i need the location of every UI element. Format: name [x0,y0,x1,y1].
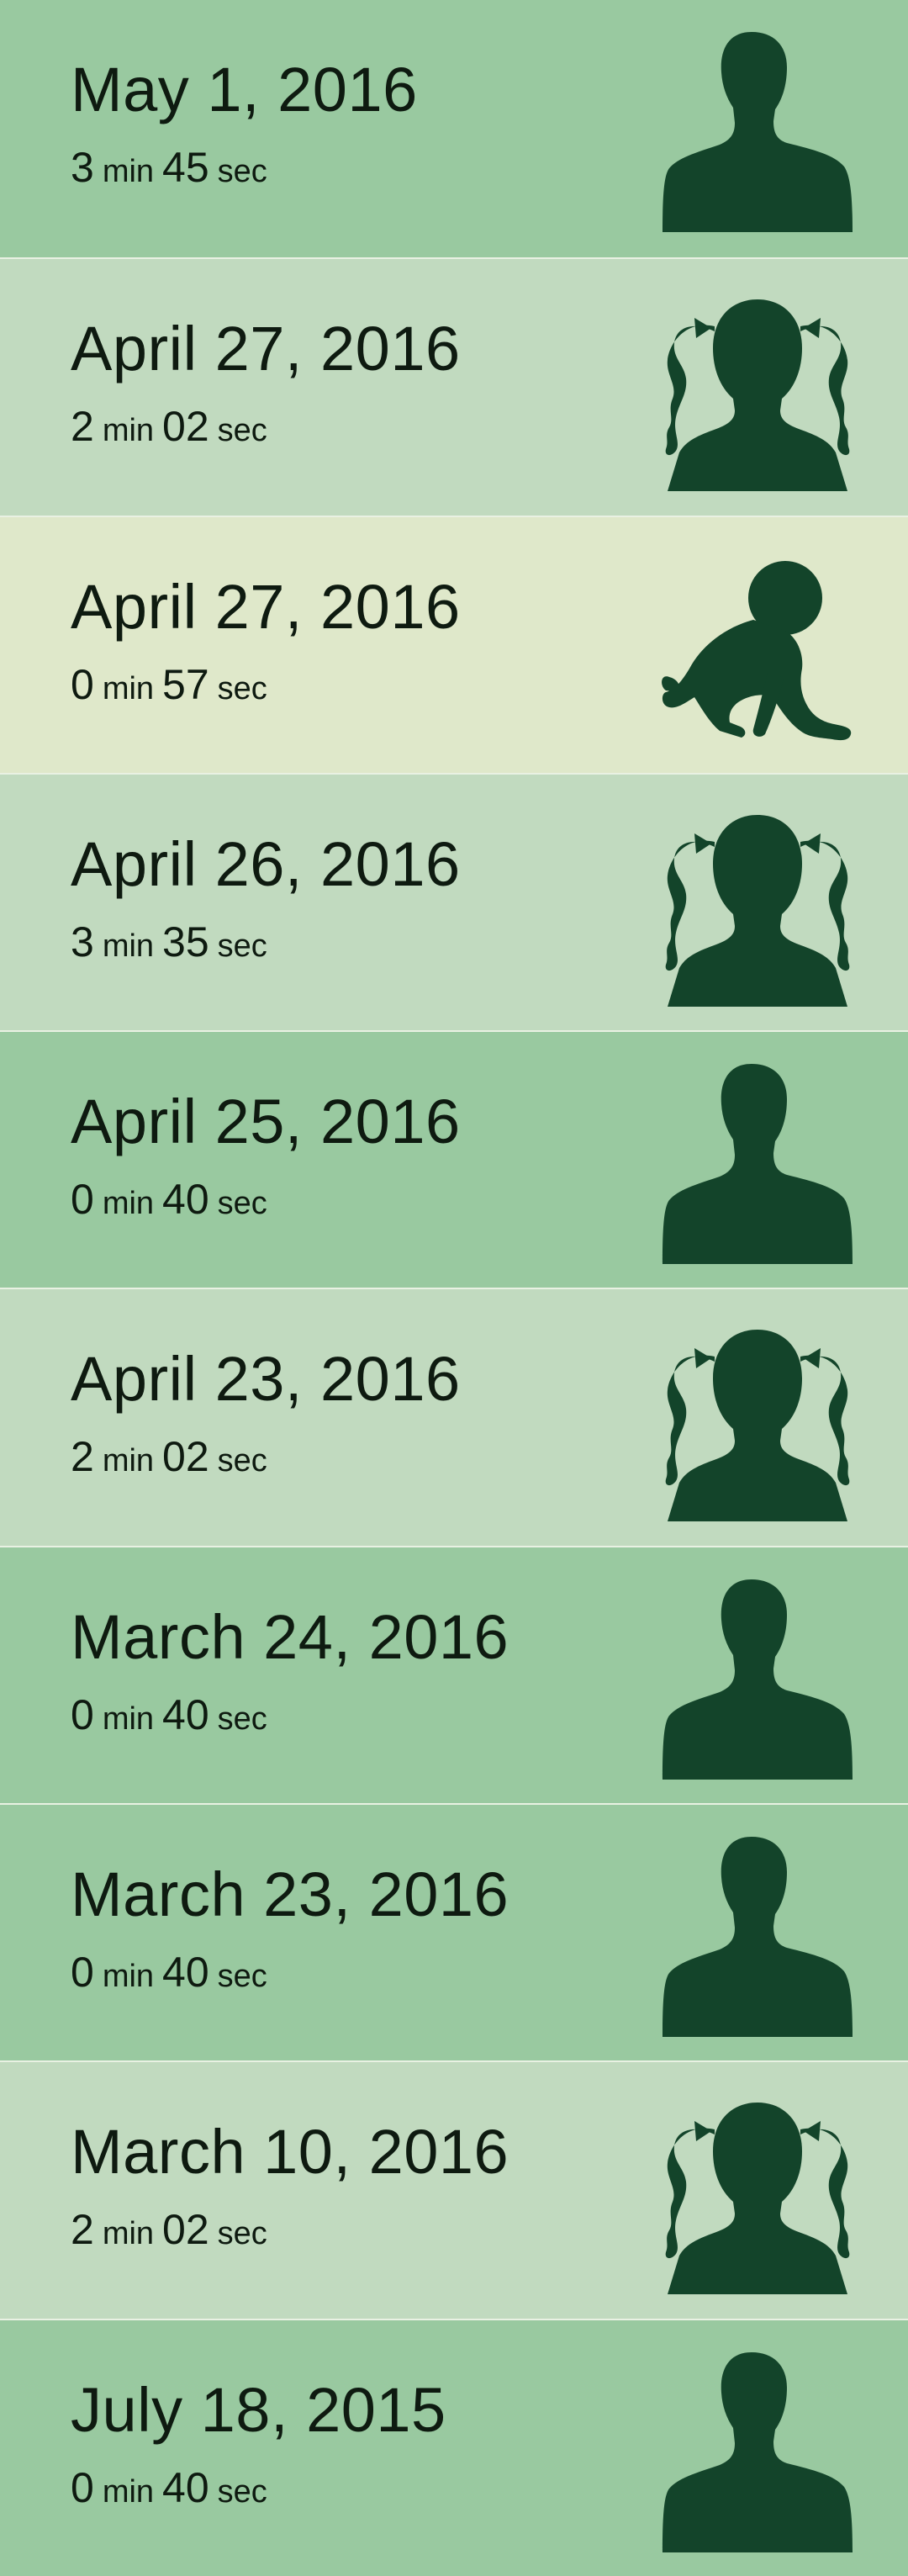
adult-silhouette-icon [661,1057,854,1265]
minutes-unit: min [102,2473,155,2510]
duration-minutes: 0 [71,660,94,708]
minutes-unit: min [102,154,155,189]
minutes-unit: min [102,1959,155,1995]
session-date: April 25, 2016 [71,1087,461,1157]
duration-seconds: 40 [162,1690,209,1738]
session-duration: 3 min 35 sec [71,918,267,966]
minutes-unit: min [102,1186,155,1222]
session-duration: 3 min 45 sec [71,143,267,192]
session-list-item[interactable]: March 24, 2016 0 min 40 sec [0,1545,908,1804]
duration-minutes: 2 [71,1433,94,1481]
adult-silhouette-icon [661,25,854,232]
session-list-item[interactable]: April 27, 2016 2 min 02 sec [0,257,908,516]
duration-seconds: 57 [162,660,209,708]
session-date: March 23, 2016 [71,1859,509,1930]
session-duration: 0 min 40 sec [71,1948,267,1997]
minutes-unit: min [102,1701,155,1737]
session-date: July 18, 2015 [71,2374,446,2445]
session-duration: 0 min 40 sec [71,1690,267,1739]
session-duration: 2 min 02 sec [71,2205,267,2254]
minutes-unit: min [102,928,155,964]
session-date: March 10, 2016 [71,2117,509,2187]
session-list-item[interactable]: May 1, 2016 3 min 45 sec [0,0,908,258]
session-date: April 27, 2016 [71,571,461,642]
duration-minutes: 3 [71,918,94,965]
session-list-item[interactable]: April 25, 2016 0 min 40 sec [0,1030,908,1288]
session-duration: 0 min 40 sec [71,1175,267,1224]
session-duration: 0 min 40 sec [71,2463,267,2512]
seconds-unit: sec [217,2473,267,2510]
duration-seconds: 02 [162,403,209,451]
duration-seconds: 35 [162,918,209,965]
minutes-unit: min [102,1443,155,1479]
duration-seconds: 45 [162,144,209,191]
session-date: April 27, 2016 [71,314,461,384]
seconds-unit: sec [217,928,267,964]
duration-minutes: 0 [71,1176,94,1224]
girl-silhouette-icon [661,1314,854,1522]
seconds-unit: sec [217,1443,267,1479]
session-date: April 26, 2016 [71,828,461,899]
session-list: May 1, 2016 3 min 45 sec April 27, 2016 2 min 02… [0,0,908,2576]
session-duration: 2 min 02 sec [71,402,267,451]
session-date: April 23, 2016 [71,1344,461,1415]
duration-seconds: 40 [162,1949,209,1997]
session-duration: 2 min 02 sec [71,1432,267,1481]
minutes-unit: min [102,2216,155,2252]
adult-silhouette-icon [661,1830,854,2038]
session-list-item[interactable]: July 18, 2015 0 min 40 sec [0,2318,908,2576]
duration-seconds: 02 [162,1433,209,1481]
adult-silhouette-icon [661,2346,854,2552]
session-date: May 1, 2016 [71,55,418,124]
duration-minutes: 0 [71,2463,94,2511]
seconds-unit: sec [217,1701,267,1737]
duration-seconds: 40 [162,1176,209,1224]
seconds-unit: sec [217,670,267,706]
baby-silhouette-icon [661,542,854,749]
adult-silhouette-icon [661,1573,854,1780]
seconds-unit: sec [217,1959,267,1995]
duration-seconds: 02 [162,2206,209,2254]
seconds-unit: sec [217,1186,267,1222]
session-list-item[interactable]: March 23, 2016 0 min 40 sec [0,1803,908,2061]
seconds-unit: sec [217,2216,267,2252]
session-list-item[interactable]: March 10, 2016 2 min 02 sec [0,2060,908,2319]
girl-silhouette-icon [661,2087,854,2295]
duration-seconds: 40 [162,2463,209,2511]
minutes-unit: min [102,670,155,706]
session-date: March 24, 2016 [71,1601,509,1672]
session-list-item[interactable]: April 26, 2016 3 min 35 sec [0,772,908,1031]
seconds-unit: sec [217,413,267,449]
duration-minutes: 3 [71,144,94,191]
duration-minutes: 2 [71,2206,94,2254]
duration-minutes: 2 [71,403,94,451]
girl-silhouette-icon [661,800,854,1007]
duration-minutes: 0 [71,1690,94,1738]
minutes-unit: min [102,413,155,449]
duration-minutes: 0 [71,1949,94,1997]
session-duration: 0 min 57 sec [71,660,267,709]
girl-silhouette-icon [661,284,854,492]
seconds-unit: sec [217,154,267,189]
session-list-item[interactable]: April 27, 2016 0 min 57 sec [0,515,908,773]
session-list-item[interactable]: April 23, 2016 2 min 02 sec [0,1288,908,1546]
